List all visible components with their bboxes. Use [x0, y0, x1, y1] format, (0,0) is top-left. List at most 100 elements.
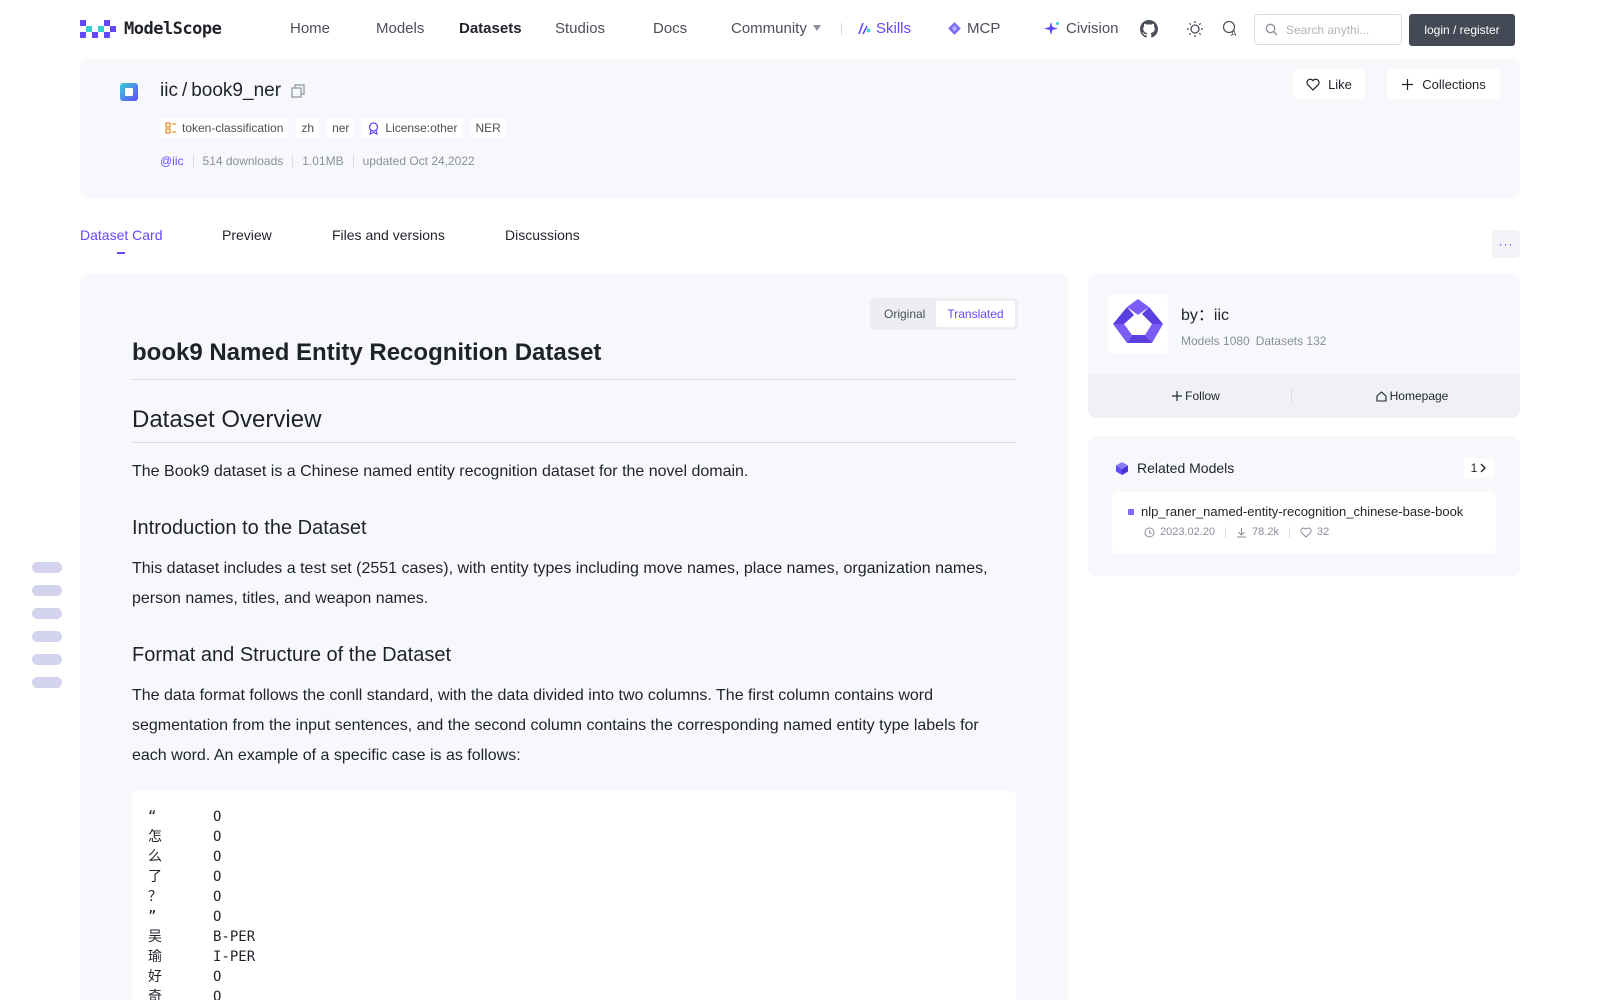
outline-item[interactable]: [32, 562, 62, 573]
tab-dataset-card[interactable]: Dataset Card: [80, 227, 162, 243]
dataset-tags: token-classification zh ner License:othe…: [160, 118, 506, 138]
nav-skills[interactable]: Skills: [858, 20, 911, 37]
date-value: 2023.02.20: [1160, 526, 1216, 538]
outline-item[interactable]: [32, 608, 62, 619]
code-label: I-PER: [213, 949, 256, 965]
code-token: “: [148, 809, 157, 825]
plus-icon: [1402, 78, 1414, 90]
login-register-button[interactable]: login / register: [1409, 14, 1515, 46]
search-input[interactable]: [1286, 22, 1396, 37]
nav-mcp[interactable]: MCP: [947, 20, 1000, 37]
mcp-icon: [948, 22, 961, 35]
token-classification-icon: [165, 122, 176, 134]
title-separator: /: [181, 80, 188, 101]
nav-civision[interactable]: Civision: [1044, 20, 1119, 37]
code-label: B-PER: [213, 929, 256, 945]
actions-divider: [1291, 389, 1292, 402]
paragraph-overview: The Book9 dataset is a Chinese named ent…: [132, 463, 749, 480]
author-name[interactable]: by：iic: [1181, 301, 1229, 325]
like-button[interactable]: Like: [1293, 69, 1365, 99]
tag-license[interactable]: License:other: [362, 118, 463, 138]
toggle-original[interactable]: Original: [873, 301, 936, 327]
code-token: 奇: [148, 989, 162, 1000]
sparkle-icon: [1044, 21, 1059, 35]
code-token: 吴: [148, 929, 162, 945]
copy-icon[interactable]: [291, 84, 305, 98]
outline-item[interactable]: [32, 585, 62, 596]
code-label: O: [213, 909, 222, 925]
tag-language[interactable]: zh: [296, 118, 320, 138]
collections-label: Collections: [1422, 76, 1486, 92]
tag-type[interactable]: ner: [327, 118, 355, 138]
outline-item[interactable]: [32, 654, 62, 665]
nav-community[interactable]: Community: [731, 20, 821, 37]
related-model-title: nlp_raner_named-entity-recognition_chine…: [1141, 504, 1464, 519]
active-tab-indicator: [117, 252, 125, 254]
downloads-value: 78.2k: [1252, 526, 1279, 538]
nav-skills-label: Skills: [876, 20, 912, 37]
license-icon: [369, 121, 379, 135]
related-models-count[interactable]: 1: [1464, 458, 1494, 478]
code-line: “O: [148, 807, 1000, 827]
code-line: 了O: [148, 867, 1000, 887]
code-line: 好O: [148, 967, 1000, 987]
homepage-label: Homepage: [1389, 389, 1449, 403]
author-avatar[interactable]: [1108, 294, 1168, 354]
theme-toggle-icon[interactable]: [1185, 19, 1205, 39]
code-label: O: [213, 869, 222, 885]
heading-format: Format and Structure of the Dataset: [132, 644, 452, 666]
code-token: 好: [148, 969, 162, 985]
model-bullet-icon: [1128, 508, 1134, 515]
tab-files-and-versions[interactable]: Files and versions: [332, 227, 445, 243]
outline-item[interactable]: [32, 631, 62, 642]
dataset-title: iic / book9_ner: [160, 80, 305, 102]
skills-icon: [858, 22, 871, 35]
more-options-button[interactable]: ···: [1492, 230, 1520, 258]
dataset-icon: [120, 83, 138, 101]
dataset-owner[interactable]: iic: [160, 80, 178, 102]
logo-mark-icon: [80, 18, 118, 40]
toggle-translated[interactable]: Translated: [936, 301, 1015, 327]
readme: book9 Named Entity Recognition Dataset D…: [132, 335, 1016, 1000]
author-models-count[interactable]: Models 1080: [1181, 334, 1250, 348]
cube-icon: [1116, 461, 1128, 475]
homepage-button[interactable]: Homepage: [1304, 389, 1520, 403]
nav-divider: [841, 23, 842, 35]
nav-community-label: Community: [731, 20, 807, 37]
dataset-size: 1.01MB: [292, 155, 352, 167]
document-outline[interactable]: [32, 562, 62, 700]
modelscope-logo[interactable]: ModelScope: [80, 18, 222, 40]
related-model-name[interactable]: nlp_raner_named-entity-recognition_chine…: [1128, 504, 1463, 519]
language-icon[interactable]: A: [1221, 19, 1241, 39]
related-model-date: 2023.02.20: [1144, 527, 1225, 538]
author-card: by：iic Models 1080 Datasets 132 Follow H…: [1088, 273, 1520, 418]
nav-docs[interactable]: Docs: [653, 20, 687, 37]
follow-label: Follow: [1185, 389, 1220, 403]
tab-discussions[interactable]: Discussions: [505, 227, 580, 243]
author-datasets-count[interactable]: Datasets 132: [1256, 334, 1327, 348]
tag-task[interactable]: token-classification: [160, 118, 289, 138]
nav-mcp-label: MCP: [967, 20, 1001, 37]
owner-link[interactable]: @iic: [160, 155, 193, 167]
nav-home[interactable]: Home: [290, 20, 330, 37]
github-icon[interactable]: [1139, 19, 1159, 39]
related-model-item[interactable]: nlp_raner_named-entity-recognition_chine…: [1112, 492, 1496, 554]
code-label: O: [213, 849, 222, 865]
tag-extra[interactable]: NER: [470, 118, 506, 138]
nav-models[interactable]: Models: [376, 20, 424, 37]
nav-datasets[interactable]: Datasets: [459, 20, 522, 37]
outline-item[interactable]: [32, 677, 62, 688]
chevron-down-icon: [812, 25, 821, 31]
search-box[interactable]: [1254, 14, 1402, 45]
author-actions: Follow Homepage: [1088, 374, 1520, 418]
nav-studios[interactable]: Studios: [555, 20, 605, 37]
tab-preview[interactable]: Preview: [222, 227, 272, 243]
related-count-value: 1: [1470, 461, 1478, 475]
code-label: O: [213, 989, 222, 1000]
follow-button[interactable]: Follow: [1088, 389, 1304, 403]
paragraph-introduction: This dataset includes a test set (2551 c…: [132, 560, 988, 607]
code-token: ？: [148, 889, 162, 905]
code-token: 怎: [148, 829, 162, 845]
collections-button[interactable]: Collections: [1387, 69, 1500, 99]
top-navigation: ModelScope Home Models Datasets Studios …: [0, 0, 1600, 58]
